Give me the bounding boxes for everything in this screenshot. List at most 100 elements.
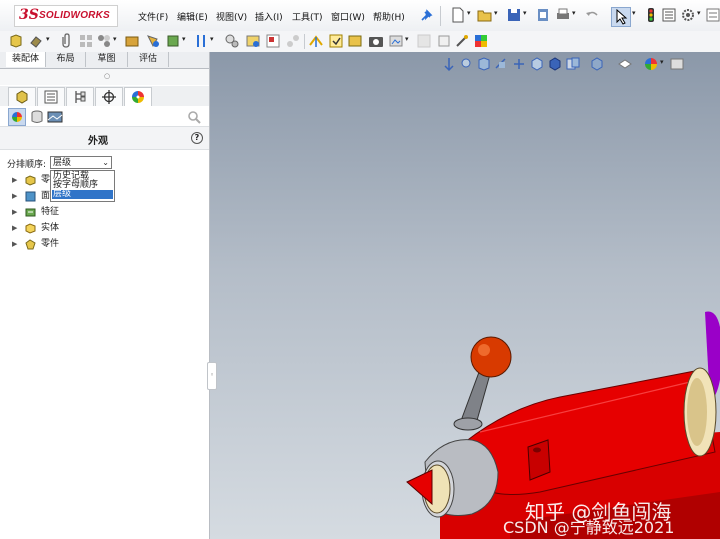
menu-file[interactable]: 文件(F)	[138, 10, 168, 23]
tree-item-parts[interactable]: ▶ 零	[12, 173, 52, 187]
solidworks-logo[interactable]: 3S SOLIDWORKS	[14, 5, 118, 27]
gear-icon[interactable]	[680, 7, 696, 23]
chevron-down-icon[interactable]: ▾	[523, 9, 527, 17]
apply-scene-icon[interactable]	[617, 56, 633, 72]
pattern-icon[interactable]	[96, 33, 112, 49]
menu-insert[interactable]: 插入(I)	[255, 10, 283, 23]
property-manager-tab[interactable]	[37, 87, 65, 107]
tab-assembly[interactable]: 装配体	[6, 52, 46, 67]
select-tool-button[interactable]	[611, 7, 631, 27]
zoom-to-fit-icon[interactable]	[441, 56, 457, 72]
dynamic-annotation-icon[interactable]	[511, 56, 527, 72]
undo-icon[interactable]	[584, 7, 600, 23]
configuration-icon	[75, 91, 86, 103]
tree-item-part[interactable]: ▶ 零件	[12, 237, 92, 251]
interference-icon[interactable]	[436, 33, 452, 49]
menu-window[interactable]: 窗口(W)	[331, 10, 365, 23]
menu-edit[interactable]: 编辑(E)	[177, 10, 208, 23]
feature-manager-tab[interactable]	[8, 87, 36, 107]
tab-sketch[interactable]: 草图	[86, 52, 128, 67]
section-view-icon[interactable]	[493, 56, 509, 72]
traffic-light-icon[interactable]	[643, 7, 659, 23]
expand-arrow-icon[interactable]: ▶	[12, 173, 17, 187]
option-hierarchy[interactable]: 层级	[52, 190, 113, 199]
camera-icon[interactable]	[368, 33, 384, 49]
display-manager-tab[interactable]	[124, 87, 152, 107]
scene-icon[interactable]	[47, 109, 63, 125]
instant3d-icon[interactable]	[308, 33, 324, 49]
view-settings-icon[interactable]	[669, 56, 685, 72]
panel-grip[interactable]: ○	[0, 69, 209, 85]
new-motion-study-icon[interactable]	[245, 33, 261, 49]
chevron-down-icon[interactable]: ▾	[467, 9, 471, 17]
panel-collapse-handle[interactable]: ◦	[207, 362, 217, 390]
chevron-down-icon[interactable]: ▾	[405, 35, 409, 43]
update-speedpak-icon[interactable]	[328, 33, 344, 49]
edit-appearance-icon[interactable]	[589, 56, 605, 72]
assembly-features-icon[interactable]	[193, 33, 209, 49]
save-icon[interactable]	[506, 7, 522, 23]
linear-pattern-icon[interactable]	[78, 33, 94, 49]
file-properties-icon[interactable]	[661, 7, 677, 23]
display-style-icon[interactable]	[547, 56, 563, 72]
appearance-sphere-icon	[12, 112, 22, 122]
help-icon[interactable]: ?	[191, 132, 203, 144]
expand-arrow-icon[interactable]: ▶	[12, 237, 17, 251]
view-orientation-icon[interactable]	[529, 56, 545, 72]
dimxpert-manager-tab[interactable]	[95, 87, 123, 107]
chevron-down-icon[interactable]: ▾	[113, 35, 117, 43]
decals-cylinder-icon[interactable]	[29, 109, 45, 125]
color-wheel-icon	[132, 91, 144, 103]
chevron-down-icon[interactable]: ▾	[572, 9, 576, 17]
assembly-model[interactable]	[210, 52, 720, 539]
hide-show-items-icon[interactable]	[565, 56, 581, 72]
graphics-viewport[interactable]	[210, 52, 720, 539]
sort-order-select[interactable]: 层级 ⌄	[50, 156, 112, 169]
mate-icon[interactable]	[29, 33, 45, 49]
move-component-icon[interactable]	[145, 33, 161, 49]
search-icon[interactable]	[186, 109, 202, 125]
show-hidden-icon[interactable]	[165, 33, 181, 49]
menu-tools[interactable]: 工具(T)	[292, 10, 323, 23]
appearance-grid-icon[interactable]	[473, 33, 489, 49]
bill-of-materials-icon[interactable]	[265, 33, 281, 49]
exploded-view-icon[interactable]	[285, 33, 301, 49]
tab-evaluate[interactable]: 评估	[128, 52, 169, 67]
expand-arrow-icon[interactable]: ▶	[12, 205, 17, 219]
tree-item-bodies[interactable]: ▶ 实体	[12, 221, 92, 235]
tree-item-features[interactable]: ▶ 特征	[12, 205, 92, 219]
menu-divider	[440, 6, 441, 26]
printer-icon[interactable]	[555, 7, 571, 23]
chevron-down-icon[interactable]: ▾	[46, 35, 50, 43]
chevron-down-icon[interactable]: ▾	[210, 35, 214, 43]
tree-item-faces[interactable]: ▶ 面	[12, 189, 52, 203]
chevron-down-icon[interactable]: ▾	[697, 9, 701, 17]
zoom-area-icon[interactable]	[459, 56, 475, 72]
chevron-down-icon[interactable]: ▾	[632, 9, 636, 17]
menu-view[interactable]: 视图(V)	[216, 10, 247, 23]
large-design-review-icon[interactable]	[347, 33, 363, 49]
options-icon[interactable]	[705, 7, 720, 23]
smart-fastener-icon[interactable]	[124, 33, 140, 49]
appearances-subtab[interactable]	[8, 108, 26, 126]
paperclip-icon[interactable]	[58, 33, 74, 49]
insert-components-icon[interactable]	[8, 33, 24, 49]
appearance-palette-icon[interactable]	[643, 56, 659, 72]
configuration-manager-tab[interactable]	[66, 87, 94, 107]
render-tools-icon[interactable]	[388, 33, 404, 49]
chevron-down-icon[interactable]: ▾	[182, 35, 186, 43]
chevron-down-icon[interactable]: ▾	[660, 58, 664, 66]
menu-help[interactable]: 帮助(H)	[373, 10, 405, 23]
open-folder-icon[interactable]	[477, 7, 493, 23]
print-icon[interactable]	[535, 7, 551, 23]
pin-icon[interactable]	[418, 8, 434, 24]
magic-wand-icon[interactable]	[454, 33, 470, 49]
reference-geometry-icon[interactable]	[224, 33, 240, 49]
panel-title: 外观	[88, 136, 108, 147]
expand-arrow-icon[interactable]: ▶	[12, 221, 17, 235]
chevron-down-icon[interactable]: ▾	[494, 9, 498, 17]
expand-arrow-icon[interactable]: ▶	[12, 189, 17, 203]
new-document-icon[interactable]	[450, 7, 466, 23]
tab-layout[interactable]: 布局	[46, 52, 86, 67]
previous-view-icon[interactable]	[476, 56, 492, 72]
